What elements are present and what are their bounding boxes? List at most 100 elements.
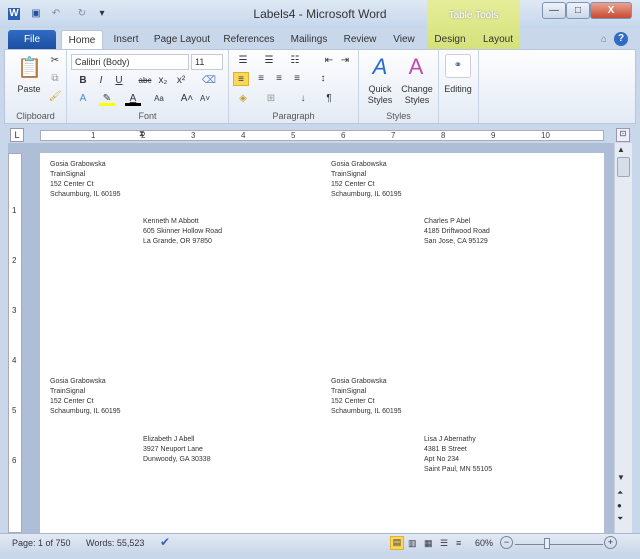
paste-button[interactable]: Paste xyxy=(11,84,47,95)
word-count[interactable]: Words: 55,523 xyxy=(86,538,144,548)
tab-mailings[interactable]: Mailings xyxy=(286,30,332,49)
next-page-icon[interactable]: ⏷ xyxy=(617,514,623,524)
numbering-icon[interactable]: ☰ xyxy=(261,54,277,68)
font-name-combo[interactable]: Calibri (Body) xyxy=(71,54,189,70)
address-line: La Grande, OR 97850 xyxy=(143,238,212,245)
format-painter-icon[interactable]: 🖌 xyxy=(47,90,63,104)
address-line: Gosia Grabowska xyxy=(50,161,106,168)
zoom-out-icon[interactable]: − xyxy=(500,536,513,549)
zoom-in-icon[interactable]: + xyxy=(604,536,617,549)
ruler-number: 5 xyxy=(291,131,296,140)
tab-file[interactable]: File xyxy=(8,30,56,49)
tab-references[interactable]: References xyxy=(222,30,276,49)
print-layout-icon[interactable]: ▤ xyxy=(390,536,404,550)
minimize-button[interactable]: — xyxy=(542,2,566,19)
text-effects-icon[interactable]: A xyxy=(75,92,91,106)
copy-icon[interactable]: ⧉ xyxy=(47,72,63,86)
highlight-icon[interactable]: ✎ xyxy=(99,92,115,106)
sender-address[interactable]: Gosia Grabowska TrainSignal 152 Center Ct S… xyxy=(331,160,402,200)
align-right-icon[interactable]: ≡ xyxy=(271,72,287,86)
recipient-address[interactable]: Kenneth M Abbott 605 Skinner Hollow Road L… xyxy=(143,217,222,247)
address-line: 152 Center Ct xyxy=(50,398,94,405)
scroll-down-icon[interactable]: ▼ xyxy=(617,473,625,482)
proofing-icon[interactable]: ✔ xyxy=(160,535,170,549)
superscript-button[interactable]: x² xyxy=(173,74,189,88)
draft-icon[interactable]: ≡ xyxy=(456,538,461,548)
tab-insert[interactable]: Insert xyxy=(108,30,144,49)
font-color-icon[interactable]: A xyxy=(125,92,141,106)
ruler-number: 3 xyxy=(12,306,17,315)
close-button[interactable]: X xyxy=(590,2,632,19)
sender-address[interactable]: Gosia Grabowska TrainSignal 152 Center Ct S… xyxy=(331,377,402,417)
scroll-thumb[interactable] xyxy=(617,157,630,177)
browse-object-icon[interactable]: ● xyxy=(617,501,622,510)
change-case-button[interactable]: Aa xyxy=(151,92,167,106)
clipboard-group: 📋 Paste ✂ ⧉ 🖌 Clipboard xyxy=(5,50,67,123)
justify-icon[interactable]: ≡ xyxy=(289,72,305,86)
show-hide-button[interactable]: ¶ xyxy=(321,92,337,106)
tab-layout[interactable]: Layout xyxy=(478,30,518,49)
strikethrough-button[interactable]: abc xyxy=(137,74,153,88)
italic-button[interactable]: I xyxy=(93,74,109,88)
document-page[interactable]: Gosia Grabowska TrainSignal 152 Center Ct S… xyxy=(40,153,604,533)
address-line: 152 Center Ct xyxy=(331,398,375,405)
view-ruler-icon[interactable]: ⊡ xyxy=(616,128,630,142)
subscript-button[interactable]: x₂ xyxy=(155,74,171,88)
grow-font-button[interactable]: A˄ xyxy=(179,92,195,106)
borders-icon[interactable]: ⊞ xyxy=(263,92,279,106)
tab-review[interactable]: Review xyxy=(340,30,380,49)
address-line: Gosia Grabowska xyxy=(331,161,387,168)
vertical-scrollbar[interactable]: ▲ ▼ ⏶ ● ⏷ xyxy=(614,143,632,533)
scroll-up-icon[interactable]: ▲ xyxy=(617,145,625,154)
font-size-combo[interactable]: 11 xyxy=(191,54,223,70)
full-screen-reading-icon[interactable]: ▥ xyxy=(408,538,417,549)
page-count[interactable]: Page: 1 of 750 xyxy=(12,538,71,548)
paragraph-group: ☰ ☰ ☷ ⇤ ⇥ ≡ ≡ ≡ ≡ ↕ ◈ ⊞ ↓ ¶ Paragraph xyxy=(229,50,359,123)
line-spacing-icon[interactable]: ↕ xyxy=(315,72,331,86)
bullets-icon[interactable]: ☰ xyxy=(235,54,251,68)
vertical-ruler[interactable]: 1 2 3 4 5 6 xyxy=(8,153,22,533)
recipient-address[interactable]: Elizabeth J Abell 3927 Neuport Lane Dunwoo… xyxy=(143,435,211,465)
ruler-number: 4 xyxy=(241,131,246,140)
shrink-font-button[interactable]: A˅ xyxy=(197,92,213,106)
clear-formatting-icon[interactable]: ⌫ xyxy=(201,74,217,88)
multilevel-list-icon[interactable]: ☷ xyxy=(287,54,303,68)
cut-icon[interactable]: ✂ xyxy=(47,54,63,68)
recipient-address[interactable]: Charles P Abel 4185 Driftwood Road San Jos… xyxy=(424,217,490,247)
change-styles-icon[interactable]: A xyxy=(403,54,429,80)
tab-page-layout[interactable]: Page Layout xyxy=(151,30,213,49)
web-layout-icon[interactable]: ▦ xyxy=(424,538,433,549)
zoom-level[interactable]: 60% xyxy=(475,538,493,548)
outline-icon[interactable]: ☰ xyxy=(440,538,448,549)
bold-button[interactable]: B xyxy=(75,74,91,88)
find-binoculars-icon[interactable]: ⚭ xyxy=(445,54,471,78)
shading-icon[interactable]: ◈ xyxy=(235,92,251,106)
center-icon[interactable]: ≡ xyxy=(253,72,269,86)
sort-icon[interactable]: ↓ xyxy=(295,92,311,106)
editing-button[interactable]: Editing xyxy=(439,84,477,95)
horizontal-ruler[interactable]: 1 2 3 4 5 6 7 8 9 10 ⧗ xyxy=(40,129,604,141)
indent-marker-icon[interactable]: ⧗ xyxy=(139,129,145,139)
sender-address[interactable]: Gosia Grabowska TrainSignal 152 Center Ct S… xyxy=(50,160,121,200)
tab-view[interactable]: View xyxy=(388,30,420,49)
align-left-icon[interactable]: ≡ xyxy=(233,72,249,86)
increase-indent-icon[interactable]: ⇥ xyxy=(337,54,353,68)
underline-button[interactable]: U xyxy=(111,74,127,88)
quick-styles-button[interactable]: Quick Styles xyxy=(363,84,397,106)
ruler-number: 1 xyxy=(91,131,96,140)
tab-selector-button[interactable]: L xyxy=(10,128,24,142)
tab-design[interactable]: Design xyxy=(430,30,470,49)
minimize-ribbon-icon[interactable]: ⌂ xyxy=(598,30,610,49)
recipient-address[interactable]: Lisa J Abernathy 4381 B Street Apt No 234 S… xyxy=(424,435,492,475)
maximize-button[interactable]: □ xyxy=(566,2,590,19)
decrease-indent-icon[interactable]: ⇤ xyxy=(321,54,337,68)
zoom-slider-thumb[interactable] xyxy=(543,538,550,549)
zoom-slider-track[interactable] xyxy=(515,544,603,545)
previous-page-icon[interactable]: ⏶ xyxy=(617,488,623,498)
help-icon[interactable]: ? xyxy=(614,32,628,46)
sender-address[interactable]: Gosia Grabowska TrainSignal 152 Center Ct S… xyxy=(50,377,121,417)
change-styles-button[interactable]: Change Styles xyxy=(399,84,435,106)
quick-styles-icon[interactable]: A xyxy=(367,54,393,80)
tab-home[interactable]: Home xyxy=(61,30,103,49)
paste-icon[interactable]: 📋 xyxy=(17,54,42,82)
